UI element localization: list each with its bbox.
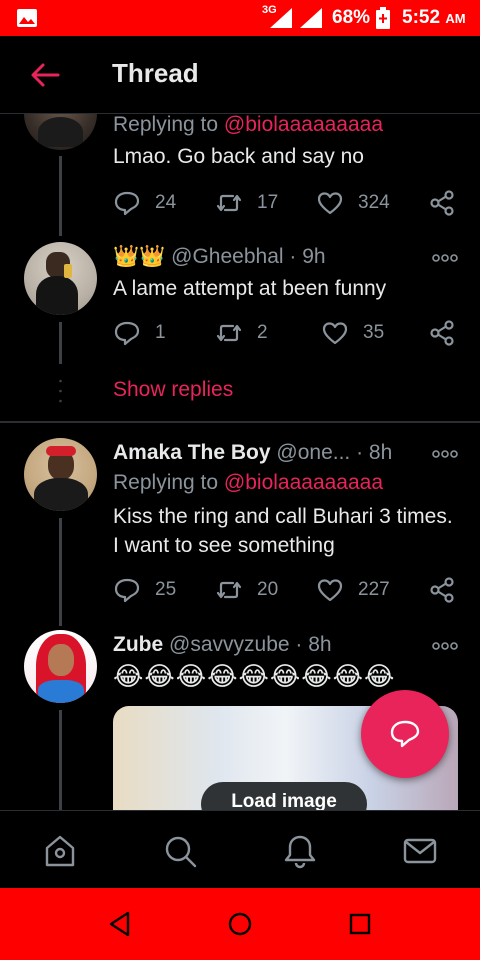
clock: 5:52 AM: [402, 7, 466, 28]
display-name[interactable]: 👑👑: [113, 245, 165, 268]
share-icon: [430, 577, 454, 603]
handle[interactable]: @savvyzube: [169, 633, 290, 656]
more-dots-icon[interactable]: [432, 642, 458, 650]
battery-percent: 68%: [332, 7, 371, 28]
compose-reply-button[interactable]: [361, 690, 449, 778]
compose-reply-icon: [390, 720, 420, 748]
timestamp: · 9h: [289, 245, 326, 268]
handle[interactable]: @one...: [276, 441, 350, 464]
timestamp: · 8h: [295, 633, 332, 656]
retweet-icon: [216, 581, 242, 599]
retweet-icon: [216, 324, 242, 342]
retweet-button[interactable]: 17: [215, 185, 278, 221]
page-title: Thread: [112, 58, 199, 88]
display-name[interactable]: Zube: [113, 633, 163, 656]
more-dots-icon[interactable]: [432, 450, 458, 458]
signal-icon: [270, 8, 292, 28]
share-icon: [430, 190, 454, 216]
avatar[interactable]: [24, 630, 97, 703]
tweet-1[interactable]: Replying to @biolaaaaaaaaa Lmao. Go back…: [0, 114, 480, 236]
thread-line: [59, 156, 62, 236]
load-image-button[interactable]: Load image: [201, 782, 367, 810]
search-icon[interactable]: [162, 833, 198, 869]
share-button[interactable]: [428, 185, 456, 221]
tweet-body: Amaka The Boy @one... · 8h Replying to @…: [113, 438, 458, 608]
reply-button[interactable]: 25: [113, 572, 176, 608]
bottom-nav: [0, 810, 480, 888]
system-navigation-bar: [0, 888, 480, 960]
retweet-button[interactable]: 2: [215, 315, 268, 351]
tweet-body: 👑👑 @Gheebhal · 9h A lame attempt at been…: [113, 242, 458, 351]
avatar[interactable]: [24, 114, 97, 150]
back-triangle-icon[interactable]: [106, 910, 134, 938]
tweet-header: Zube @savvyzube · 8h: [113, 630, 458, 660]
battery-charging-icon: [376, 7, 390, 29]
home-circle-icon[interactable]: [226, 910, 254, 938]
tweet-header: 👑👑 @Gheebhal · 9h: [113, 242, 458, 272]
status-bar: 3G 68% 5:52 AM: [0, 0, 480, 36]
tweet-3[interactable]: Amaka The Boy @one... · 8h Replying to @…: [0, 438, 480, 626]
retweet-icon: [216, 194, 242, 212]
thread-line: [59, 518, 62, 626]
speech-bubble-icon: [114, 191, 140, 216]
share-button[interactable]: [428, 315, 456, 351]
like-button[interactable]: 324: [316, 185, 390, 221]
avatar[interactable]: [24, 242, 97, 315]
retweet-button[interactable]: 20: [215, 572, 278, 608]
more-dots-icon[interactable]: [432, 254, 458, 262]
divider: [0, 421, 480, 423]
heart-icon: [322, 322, 348, 345]
thread-line: [59, 322, 62, 364]
gallery-notification-icon: [17, 9, 37, 27]
tweet-text: Kiss the ring and call Buhari 3 times. I…: [113, 505, 453, 557]
like-button[interactable]: 35: [321, 315, 384, 351]
like-button[interactable]: 227: [316, 572, 390, 608]
tweet-header: Amaka The Boy @one... · 8h: [113, 438, 458, 468]
tweet-body: Replying to @biolaaaaaaaaa Lmao. Go back…: [113, 114, 458, 221]
recents-square-icon[interactable]: [346, 910, 374, 938]
heart-icon: [317, 579, 343, 602]
share-icon: [430, 320, 454, 346]
tweet-text: 😂😂😂😂😂😂😂😂😂: [113, 661, 396, 691]
mention-link[interactable]: @biolaaaaaaaaa: [224, 471, 383, 494]
avatar[interactable]: [24, 438, 97, 511]
heart-icon: [317, 192, 343, 215]
replying-to: Replying to @biolaaaaaaaaa: [113, 471, 384, 494]
thread-line: [59, 710, 62, 810]
more-replies-dots: [59, 379, 62, 403]
notifications-icon[interactable]: [282, 833, 318, 869]
reply-button[interactable]: 1: [113, 315, 166, 351]
speech-bubble-icon: [114, 321, 140, 346]
share-button[interactable]: [428, 572, 456, 608]
tweet-2[interactable]: 👑👑 @Gheebhal · 9h A lame attempt at been…: [0, 242, 480, 372]
tweet-text: A lame attempt at been funny: [113, 277, 387, 300]
handle[interactable]: @Gheebhal: [171, 245, 283, 268]
display-name[interactable]: Amaka The Boy: [113, 441, 271, 464]
timestamp: · 8h: [356, 441, 393, 464]
replying-to: Replying to @biolaaaaaaaaa: [113, 114, 384, 136]
messages-icon[interactable]: [402, 833, 438, 869]
home-icon[interactable]: [42, 833, 78, 869]
tweet-actions: 1 2 35: [113, 315, 458, 351]
reply-button[interactable]: 24: [113, 185, 176, 221]
tweet-actions: 24 17 324: [113, 185, 458, 221]
tweet-body: Zube @savvyzube · 8h 😂😂😂😂😂😂😂😂😂: [113, 630, 458, 692]
signal-icon-2: [300, 8, 322, 28]
app-header: Thread: [0, 36, 480, 114]
arrow-left-icon[interactable]: [28, 60, 62, 90]
tweet-actions: 25 20 227: [113, 572, 458, 608]
mention-link[interactable]: @biolaaaaaaaaa: [224, 114, 383, 136]
speech-bubble-icon: [114, 578, 140, 603]
tweet-text: Lmao. Go back and say no: [113, 145, 364, 168]
show-replies-link[interactable]: Show replies: [113, 378, 233, 402]
